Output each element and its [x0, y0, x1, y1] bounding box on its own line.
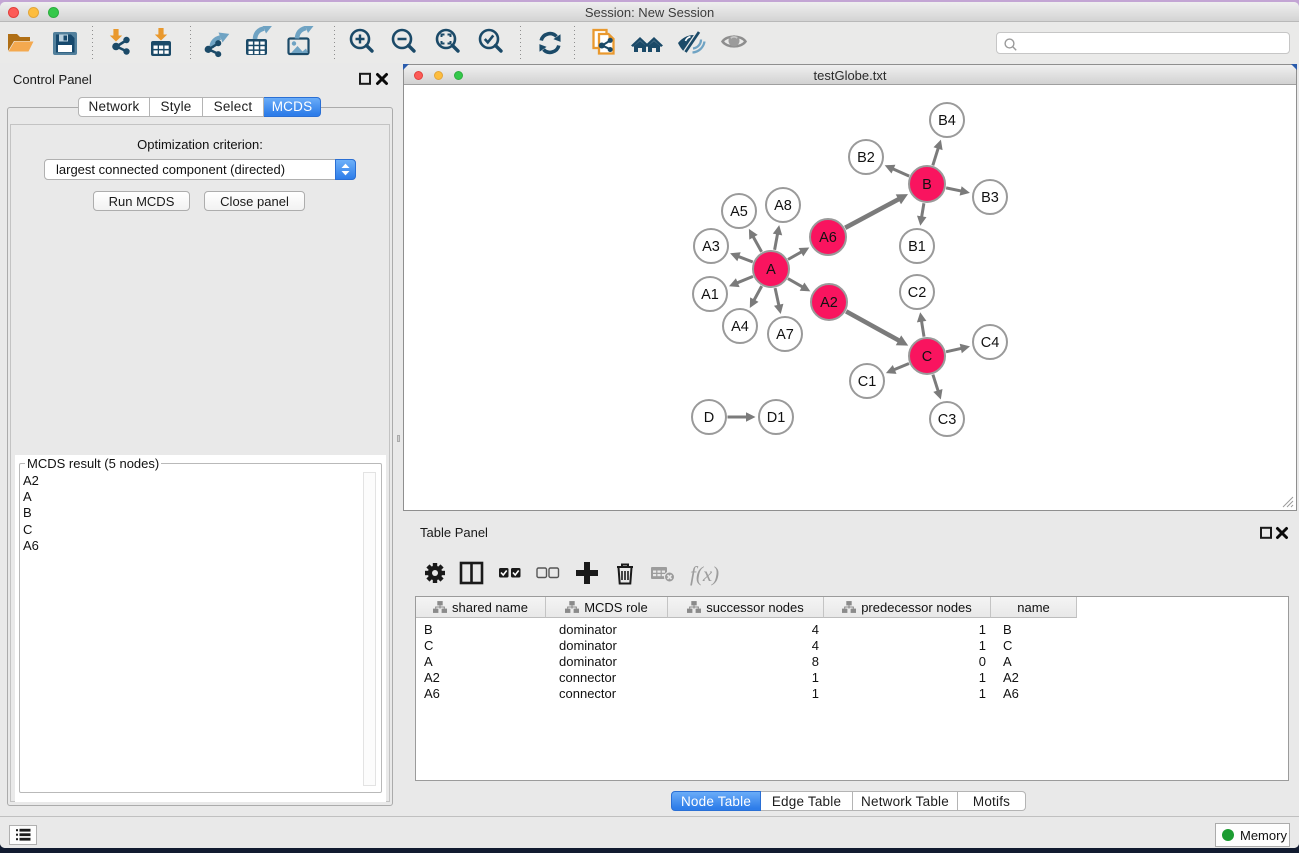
- svg-text:C1: C1: [858, 374, 877, 390]
- svg-text:A4: A4: [731, 319, 749, 335]
- svg-text:B4: B4: [938, 113, 956, 129]
- svg-text:D1: D1: [767, 410, 786, 426]
- svg-text:B2: B2: [857, 150, 875, 166]
- svg-text:B1: B1: [908, 239, 926, 255]
- svg-text:A6: A6: [819, 230, 837, 246]
- svg-text:A7: A7: [776, 327, 794, 343]
- svg-text:A5: A5: [730, 204, 748, 220]
- svg-text:A: A: [766, 262, 776, 278]
- svg-text:A2: A2: [820, 295, 838, 311]
- svg-text:B3: B3: [981, 190, 999, 206]
- svg-text:C2: C2: [908, 285, 927, 301]
- svg-text:C3: C3: [938, 412, 957, 428]
- svg-text:D: D: [704, 410, 714, 426]
- svg-text:A8: A8: [774, 198, 792, 214]
- svg-text:A1: A1: [701, 287, 719, 303]
- svg-text:B: B: [922, 177, 932, 193]
- svg-text:C: C: [922, 349, 932, 365]
- svg-text:C4: C4: [981, 335, 1000, 351]
- svg-text:A3: A3: [702, 239, 720, 255]
